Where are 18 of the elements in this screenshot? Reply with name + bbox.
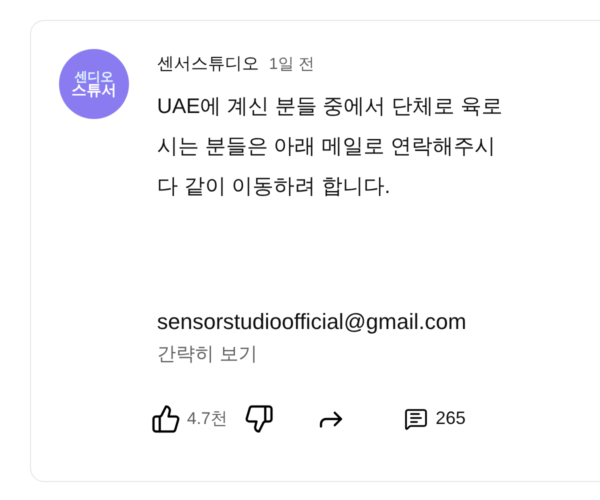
avatar-logo-text: 스튜서	[72, 83, 116, 98]
thumbs-down-icon	[244, 404, 274, 434]
replies-button[interactable]: 265	[404, 405, 466, 432]
dislike-button[interactable]	[244, 404, 274, 434]
comment-time[interactable]: 1일 전	[269, 53, 314, 77]
thumbs-up-icon	[151, 404, 181, 434]
like-button[interactable]: 4.7천	[151, 404, 228, 434]
avatar-logo-text: 센디오	[74, 70, 114, 83]
comment-text-line: 다 같이 이동하려 합니다.	[157, 174, 392, 200]
channel-avatar[interactable]: 센디오 스튜서	[59, 49, 129, 119]
author-name[interactable]: 센서스튜디오	[157, 51, 259, 76]
comment-text-line: 시는 분들은 아래 메일로 연락해주시	[157, 134, 496, 160]
comment-icon	[404, 406, 428, 430]
email-text: sensorstudioofficial@gmail.com	[157, 308, 468, 336]
reply-count: 265	[436, 407, 466, 430]
show-less-link[interactable]: 간략히 보기	[157, 341, 258, 370]
comment-text-line: UAE에 계신 분들 중에서 단체로 육로	[157, 94, 502, 120]
like-count: 4.7천	[187, 408, 228, 430]
